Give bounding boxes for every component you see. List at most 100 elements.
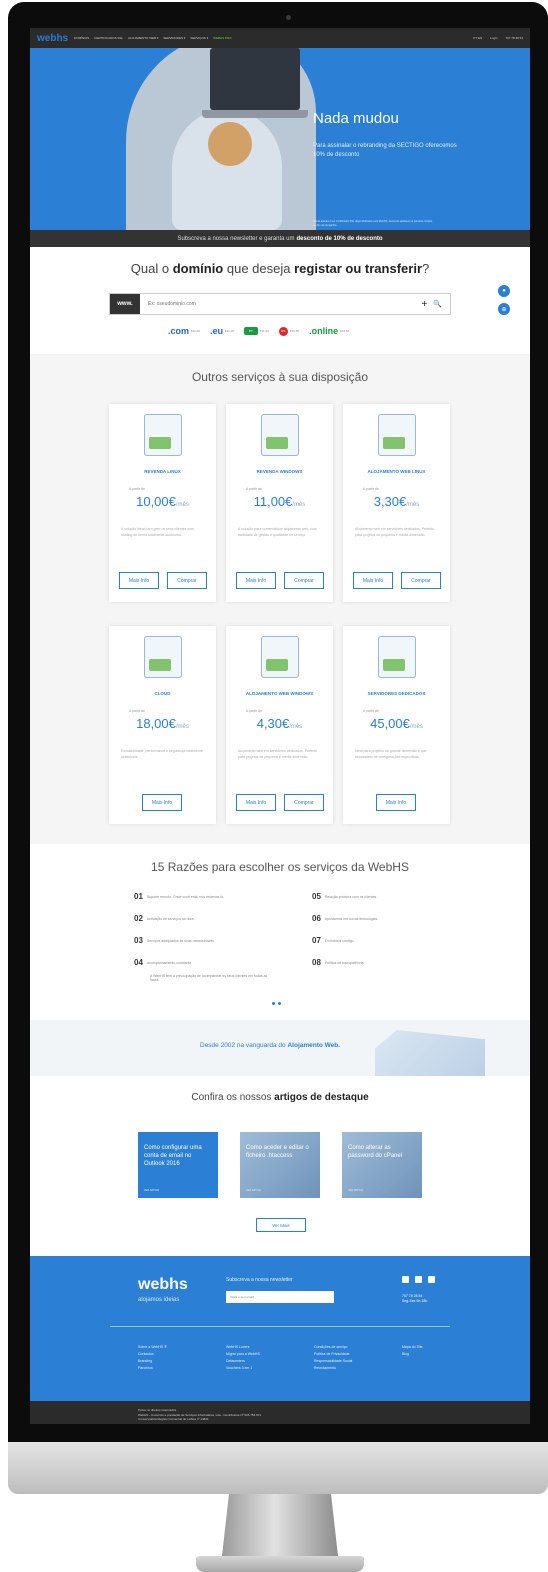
linkedin-icon[interactable] (428, 1276, 435, 1283)
laptop-shape (210, 48, 300, 110)
hero-banner[interactable]: Nada mudou Para assinalar o rebranding d… (30, 48, 530, 230)
more-info-button[interactable]: Mais Info (353, 572, 393, 589)
footer-link[interactable]: Parceiros (138, 1365, 167, 1372)
article-card[interactable]: Como aceder e editar o ficheiro .htacces… (240, 1132, 320, 1198)
reasons-section: 15 Razões para escolher os serviços da W… (30, 844, 530, 1020)
footer-link[interactable]: Política de Privacidade (314, 1351, 352, 1358)
tld-rs[interactable]: RS €15,50 (278, 326, 299, 336)
footer-phone[interactable]: 707 78 28 54 Seg-Sex 9h-18h (402, 1294, 427, 1304)
footer-link[interactable]: Recrutamento (314, 1365, 352, 1372)
pager-dot[interactable] (278, 1002, 281, 1005)
nav-item-servicos[interactable]: SERVIÇOS ▾ (190, 36, 208, 40)
domain-search-section: Qual o domínio que deseja registar ou tr… (30, 247, 530, 354)
linux-server-icon (144, 414, 182, 456)
see-more-button[interactable]: Ver Mais (256, 1218, 306, 1232)
facebook-icon[interactable] (402, 1276, 409, 1283)
newsletter-promo-bar[interactable]: Subscreva a nossa newsletter e garanta u… (30, 230, 530, 247)
reason-item: 03 Serviços adequados às suas necessidade… (134, 936, 216, 945)
tld-online[interactable]: .online €44,50 (309, 326, 349, 336)
tld-pt[interactable]: PT €11,00 (243, 327, 269, 335)
footer-logo[interactable]: webhs (138, 1276, 188, 1294)
hair-shape (208, 122, 252, 166)
reason-item: 05 Relação próxima com os clientes. (312, 892, 378, 901)
pt-icon: PT (243, 327, 258, 335)
since-text: Desde 2002 na vanguarda do Alojamento We… (200, 1042, 341, 1049)
login-link[interactable]: Login (490, 36, 497, 40)
monitor-stand-neck (222, 1494, 338, 1556)
linux-hosting-icon (378, 414, 416, 456)
nav-item-alojamento[interactable]: ALOJAMENTO WEB ▾ (128, 36, 158, 40)
buy-button[interactable]: Comprar (401, 572, 441, 589)
footer-link[interactable]: Datacenters (226, 1358, 260, 1365)
footer-column: Mapa do Site Blog (402, 1344, 423, 1358)
more-info-button[interactable]: Mais Info (236, 794, 276, 811)
nav-item-ssl[interactable]: CERTIFICADOS SSL (94, 36, 123, 40)
reasons-pager (272, 1002, 281, 1005)
footer-link[interactable]: WebHS Lovers (226, 1344, 260, 1351)
service-card: ALOJAMENTO WEB LINUX A partir de 3,30€/m… (343, 404, 450, 602)
domain-search-box: www. + 🔍 (109, 293, 451, 315)
footer-link[interactable]: Migrar para a WebHS (226, 1351, 260, 1358)
www-prefix: www. (110, 294, 140, 314)
nav-item-pro[interactable]: WEBHS PRO (213, 36, 231, 40)
plus-icon[interactable]: + (421, 299, 427, 310)
language-switch[interactable]: PT EN (473, 36, 482, 40)
footer-link[interactable]: Contactos (138, 1351, 167, 1358)
footer-link[interactable]: Condições de serviço (314, 1344, 352, 1351)
nav-item-dominios[interactable]: DOMÍNIOS (74, 36, 89, 40)
social-links (402, 1276, 435, 1283)
services-title: Outros serviços à sua disposição (191, 370, 369, 384)
dedicated-server-icon (378, 636, 416, 678)
footer-link[interactable]: Responsabilidade Social (314, 1358, 352, 1365)
footer-link[interactable]: Mapa do Site (402, 1344, 423, 1351)
chat-icon[interactable]: ● (498, 285, 510, 297)
phone-link[interactable]: 707 78 28 54 (505, 36, 523, 40)
monitor-stand-foot (196, 1556, 364, 1572)
tld-eu[interactable]: .eu €11,00 (210, 326, 234, 336)
footer-link[interactable]: Vouchers 3 em 1 (226, 1365, 260, 1372)
footer: webhs alojamos ideias Subscreva a nossa … (30, 1256, 530, 1401)
footer-tagline: alojamos ideias (138, 1297, 180, 1303)
top-nav: webhs DOMÍNIOS CERTIFICADOS SSL ALOJAMEN… (30, 28, 530, 48)
nav-item-servidores[interactable]: SERVIDORES ▾ (163, 36, 185, 40)
laptop-base-shape (202, 110, 308, 118)
reasons-title: 15 Razões para escolher os serviços da W… (151, 860, 409, 874)
buy-button[interactable]: Comprar (284, 794, 324, 811)
service-card: REVENDA LINUX A partir de 10,00€/mês A s… (109, 404, 216, 602)
reason-item: 07 Evoluímos contigo. (312, 936, 355, 945)
footer-column: Condições de serviço Política de Privaci… (314, 1344, 352, 1372)
logo[interactable]: webhs (37, 33, 68, 44)
service-card: CLOUD A partir de 18,00€/mês Escalabilid… (109, 626, 216, 824)
since-banner: Desde 2002 na vanguarda do Alojamento We… (30, 1020, 530, 1076)
tld-com[interactable]: .com €11,00 (168, 326, 200, 336)
article-card[interactable]: Como alterar as password do cPanel VER A… (342, 1132, 422, 1198)
search-icon[interactable]: 🔍 (433, 300, 442, 308)
more-info-button[interactable]: Mais Info (119, 572, 159, 589)
buy-button[interactable]: Comprar (284, 572, 324, 589)
reason-item: 06 Apostamos em novas tecnologias. (312, 914, 379, 923)
windows-server-icon (261, 414, 299, 456)
footer-link[interactable]: Sobre a WebHS ® (138, 1344, 167, 1351)
cart-icon[interactable]: ⊕ (498, 303, 510, 315)
website-screen: webhs DOMÍNIOS CERTIFICADOS SSL ALOJAMEN… (30, 28, 530, 1424)
footer-newsletter-label: Subscreva a nossa newsletter (226, 1277, 293, 1283)
more-info-button[interactable]: Mais Info (236, 572, 276, 589)
reason-tooltip: A WebHS tem a preocupação de acompanhar … (150, 974, 268, 982)
footer-column: Sobre a WebHS ® Contactos Branding Parce… (138, 1344, 167, 1372)
service-card: REVENDA WINDOWS A partir de 11,00€/mês A… (226, 404, 333, 602)
more-info-button[interactable]: Mais Info (142, 794, 182, 811)
reason-item[interactable]: 04 Acompanhamento constante. (134, 958, 192, 967)
windows-hosting-icon (261, 636, 299, 678)
newsletter-email-input[interactable] (226, 1291, 334, 1303)
buy-button[interactable]: Comprar (167, 572, 207, 589)
more-info-button[interactable]: Mais Info (376, 794, 416, 811)
hero-note: Oferta aplicável nos Certificados SSL di… (313, 220, 433, 227)
articles-title: Confira os nossos artigos de destaque (191, 1092, 369, 1103)
service-card: ALOJAMENTO WEB WINDOWS A partir de 4,30€… (226, 626, 333, 824)
footer-link[interactable]: Branding (138, 1358, 167, 1365)
footer-link[interactable]: Blog (402, 1351, 423, 1358)
article-card[interactable]: Como configurar uma conta de email no Ou… (138, 1132, 218, 1198)
domain-search-input[interactable] (140, 294, 422, 314)
pager-dot[interactable] (272, 1002, 275, 1005)
twitter-icon[interactable] (415, 1276, 422, 1283)
